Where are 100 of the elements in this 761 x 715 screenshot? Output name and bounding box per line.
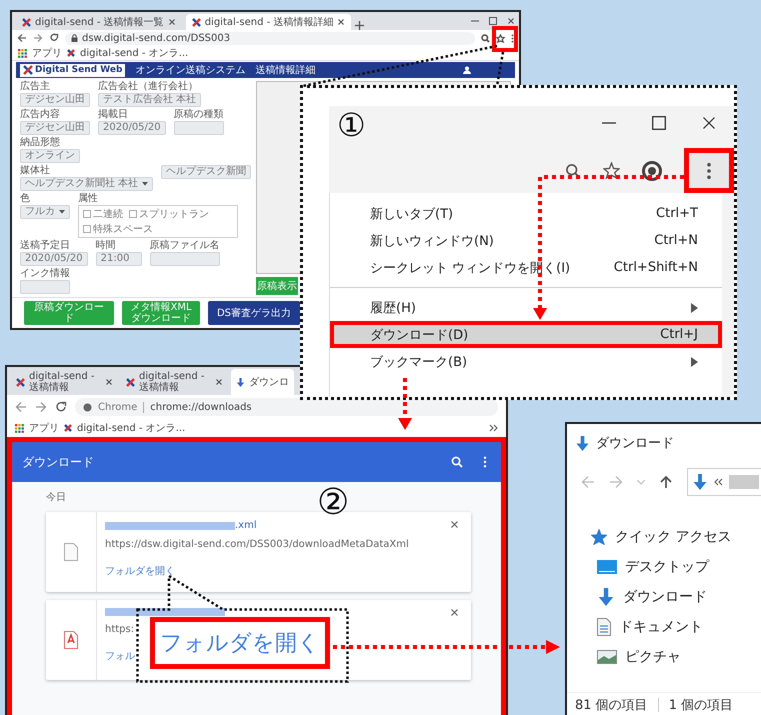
checkbox-label: スプリットラン (139, 208, 209, 221)
more-button[interactable] (684, 148, 734, 193)
text-field[interactable]: 2020/05/20 (20, 252, 88, 266)
browser-tab[interactable]: digital-send - 送稿情報 (121, 369, 228, 395)
close-icon[interactable] (168, 18, 176, 26)
search-icon[interactable] (451, 456, 463, 468)
address-bar[interactable] (687, 468, 761, 496)
checkbox[interactable] (83, 225, 91, 233)
apps-grid-icon[interactable] (15, 424, 24, 432)
text-field[interactable] (20, 280, 70, 294)
up-arrow-icon[interactable] (659, 475, 673, 489)
address-bar[interactable]: dsw.digital-send.com/DSS003 (65, 32, 475, 44)
text-field[interactable]: テスト広告会社 本社 (98, 93, 202, 107)
text-field[interactable]: 21:00 (96, 252, 142, 266)
star-icon[interactable] (603, 162, 620, 179)
chrome-info-icon (83, 402, 92, 412)
text-field[interactable]: オンライン (20, 149, 80, 163)
nav-item[interactable]: クイック アクセス (591, 522, 761, 552)
close-icon[interactable] (507, 17, 515, 25)
apps-grid-icon[interactable] (18, 48, 27, 58)
menu-item[interactable]: ダウンロード(D) Ctrl+J (330, 321, 722, 348)
menu-item[interactable]: 履歴(H) (330, 294, 722, 321)
caret-icon (59, 210, 65, 214)
status-text: 81 個の項目 (575, 697, 648, 714)
open-folder-link[interactable]: フォルダを開く (105, 564, 175, 578)
kebab-menu-icon[interactable] (706, 162, 712, 180)
kebab-menu-icon[interactable] (483, 456, 487, 468)
browser-tab[interactable]: digital-send - 送稿情報 (11, 369, 118, 395)
dropdown[interactable]: フルカ (20, 205, 70, 219)
forward-arrow-icon[interactable] (35, 401, 47, 413)
nav-link[interactable]: オンライン送稿システム (135, 63, 246, 77)
maximize-icon[interactable] (652, 116, 666, 130)
text-field[interactable]: ヘルプデスク新聞 (161, 165, 252, 179)
back-arrow-icon[interactable] (15, 401, 27, 413)
bookmark-link[interactable]: アプリ (29, 421, 59, 435)
text-field[interactable] (150, 252, 220, 266)
field-label: 属性 (78, 193, 99, 204)
dotted-arrow (398, 378, 412, 430)
field-label: 納品形態 (20, 137, 61, 148)
menu-item[interactable]: 新しいタブ(T) Ctrl+T (330, 200, 722, 227)
field-label: 広告会社（進行会社） (98, 81, 199, 92)
cross-logo-icon (23, 65, 33, 75)
download-arrow-icon (236, 378, 245, 386)
reload-icon[interactable] (55, 401, 67, 413)
file-name[interactable]: .xml (235, 520, 257, 531)
bookmark-link[interactable]: digital-send - オンラ... (80, 46, 188, 60)
url-text: dsw.digital-send.com/DSS003 (82, 32, 230, 44)
nav-item[interactable]: ダウンロード (597, 582, 761, 612)
close-icon[interactable] (105, 378, 113, 386)
checkbox[interactable] (83, 210, 91, 218)
caret-icon (142, 182, 148, 186)
browser-tab[interactable]: digital-send - 送稿情報一覧 (16, 14, 182, 30)
user-icon[interactable] (463, 66, 471, 74)
maximize-icon[interactable] (489, 17, 497, 25)
text-field[interactable]: デジセン山田 (20, 93, 90, 107)
bookmark-link[interactable]: digital-send - オンラ... (77, 421, 186, 435)
field-label: インク情報 (20, 268, 70, 279)
plus-icon[interactable] (355, 21, 364, 30)
nav-item[interactable]: ドキュメント (597, 612, 761, 642)
reload-icon[interactable] (49, 33, 59, 43)
app-logo[interactable]: Digital Send Web (20, 64, 126, 76)
bookmark-link[interactable]: アプリ (32, 46, 62, 60)
star-icon[interactable] (591, 529, 607, 545)
forward-arrow-icon[interactable] (33, 33, 43, 43)
browser-tab[interactable]: digital-send - 送稿情報詳細 (186, 14, 352, 30)
search-icon[interactable] (481, 34, 490, 42)
close-icon[interactable] (450, 520, 459, 529)
download-arrow-icon (597, 588, 615, 606)
close-icon[interactable] (450, 608, 459, 617)
close-icon[interactable] (702, 116, 716, 130)
step-number: ② (317, 484, 350, 522)
open-folder-link[interactable]: フォルダを開く (150, 617, 330, 669)
close-icon[interactable] (215, 378, 223, 386)
submenu-arrow-icon (691, 302, 698, 312)
page-title: ダウンロード (22, 454, 94, 470)
star-icon[interactable] (496, 34, 505, 42)
open-folder-link[interactable]: フォル (105, 649, 135, 663)
kebab-menu-icon[interactable] (511, 34, 514, 42)
action-button[interactable]: DS審査ゲラ出力 (208, 301, 300, 325)
text-field[interactable]: 2020/05/20 (98, 121, 166, 135)
menu-item[interactable]: 新しいウィンドウ(N) Ctrl+N (330, 227, 722, 254)
browser-tab[interactable]: ダウンロ (231, 369, 294, 395)
checkbox[interactable] (129, 210, 137, 218)
double-chevron-icon[interactable] (714, 478, 723, 486)
step-number: ① (337, 108, 366, 142)
account-icon[interactable] (642, 160, 662, 180)
nav-item[interactable]: デスクトップ (597, 552, 761, 582)
field-label: 媒体社 (20, 165, 51, 176)
address-bar[interactable]: Chrome chrome://downloads (75, 398, 498, 416)
cross-logo-icon (126, 378, 135, 386)
back-arrow-icon[interactable] (17, 33, 27, 43)
dropdown[interactable]: ヘルプデスク新聞社 本社 (20, 177, 154, 191)
text-field[interactable]: デジセン山田 (20, 121, 90, 135)
menu-item[interactable]: ブックマーク(B) (330, 348, 722, 375)
search-icon[interactable] (565, 162, 581, 178)
double-chevron-icon[interactable] (489, 424, 498, 432)
close-icon[interactable] (337, 18, 346, 26)
text-field[interactable] (174, 121, 224, 135)
nav-link[interactable]: 送稿情報詳細 (255, 63, 316, 77)
nav-item[interactable]: ピクチャ (597, 642, 761, 672)
